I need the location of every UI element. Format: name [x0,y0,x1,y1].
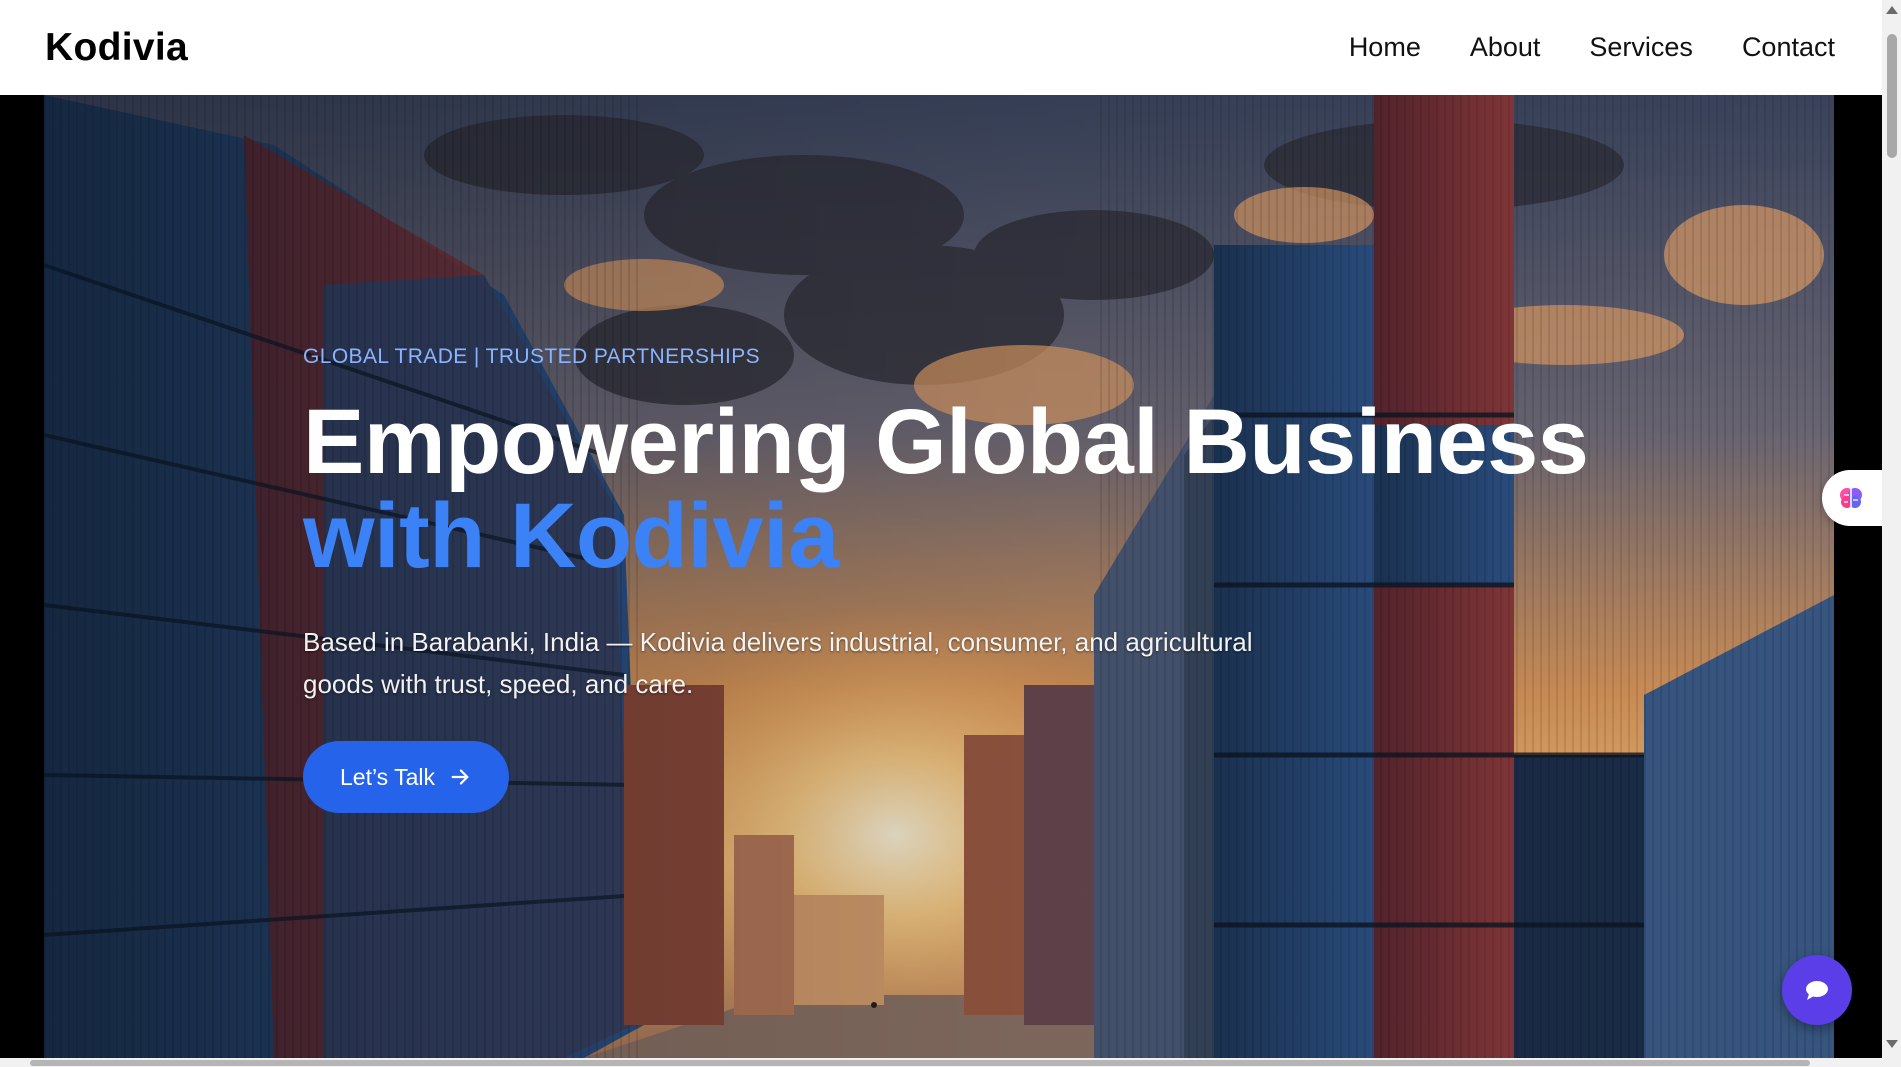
brain-icon [1840,488,1862,508]
nav-services-link[interactable]: Services [1589,32,1693,63]
chat-bubble-icon [1806,981,1828,1000]
site-header: Kodivia Home About Services Contact [0,0,1882,95]
hero-title: Empowering Global Business with Kodivia [303,395,1603,583]
main-nav: Home About Services Contact [1349,32,1835,63]
chat-button[interactable] [1782,955,1852,1025]
hero-title-line1: Empowering Global Business [303,391,1589,493]
vertical-scrollbar[interactable] [1882,0,1901,1058]
scroll-up-arrow-icon[interactable] [1886,6,1898,14]
hero-content: GLOBAL TRADE | TRUSTED PARTNERSHIPS Empo… [303,345,1603,813]
brand-logo[interactable]: Kodivia [45,26,188,70]
scroll-down-arrow-icon[interactable] [1886,1040,1898,1048]
hero-section: GLOBAL TRADE | TRUSTED PARTNERSHIPS Empo… [0,95,1882,1058]
horizontal-scrollbar[interactable] [0,1058,1882,1067]
lets-talk-label: Let’s Talk [340,763,436,790]
nav-home-link[interactable]: Home [1349,32,1421,63]
vertical-scroll-thumb[interactable] [1887,34,1897,158]
hero-title-accent: with Kodivia [303,485,839,587]
nav-contact-link[interactable]: Contact [1742,32,1835,63]
lets-talk-button[interactable]: Let’s Talk [303,741,510,813]
hero-eyebrow: GLOBAL TRADE | TRUSTED PARTNERSHIPS [303,345,761,368]
ai-assistant-tab[interactable] [1822,470,1888,526]
arrow-right-icon [451,769,469,785]
scrollbar-corner [1882,1058,1901,1067]
nav-about-link[interactable]: About [1470,32,1541,63]
horizontal-scroll-thumb[interactable] [30,1060,1810,1066]
hero-description: Based in Barabanki, India — Kodivia deli… [303,627,1253,699]
